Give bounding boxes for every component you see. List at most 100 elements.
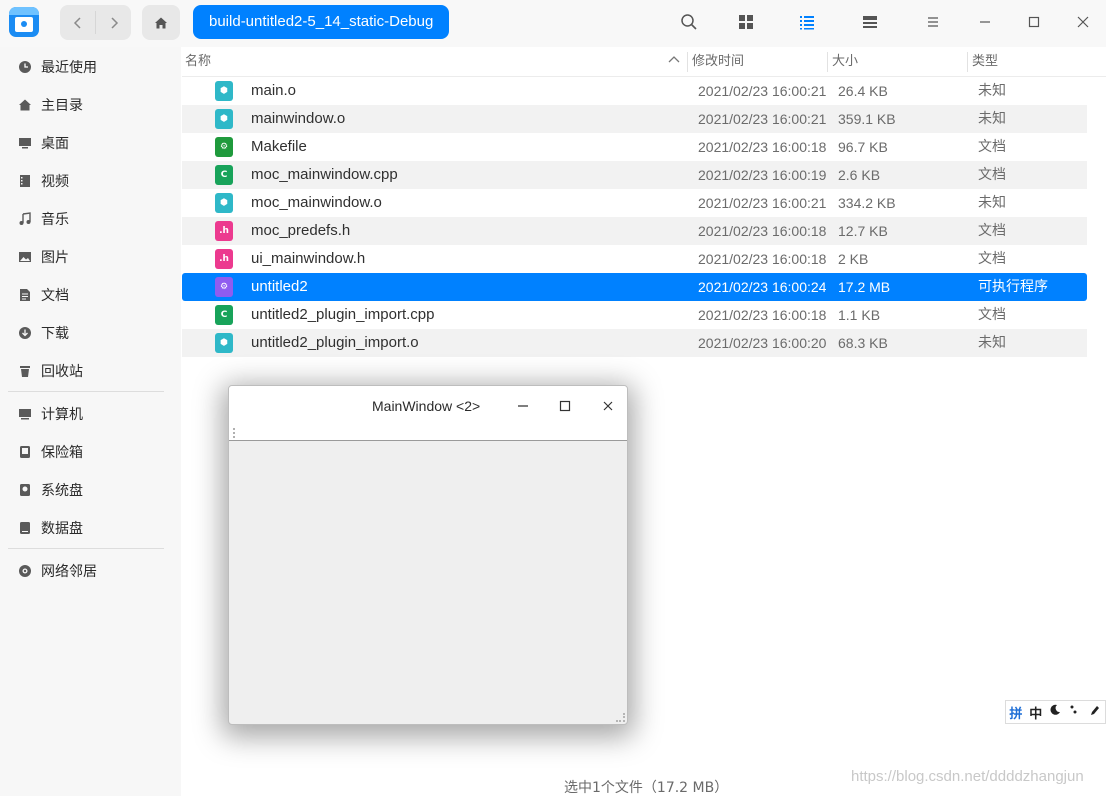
file-name: main.o	[251, 82, 297, 99]
data-disk-icon	[17, 520, 33, 536]
sidebar-item-label: 网络邻居	[41, 564, 97, 580]
column-divider[interactable]	[827, 52, 828, 72]
detail-view-icon	[863, 16, 877, 28]
file-type: 未知	[978, 335, 1006, 351]
file-row[interactable]: .h ui_mainwindow.h 2021/02/23 16:00:18 2…	[182, 245, 1087, 273]
sidebar-item-downloads[interactable]: 下载	[8, 316, 164, 350]
file-size: 359.1 KB	[838, 111, 896, 127]
sidebar-item-system-disk[interactable]: 系统盘	[8, 473, 164, 507]
file-modified: 2021/02/23 16:00:24	[698, 279, 827, 295]
clock-icon	[17, 59, 33, 75]
back-button[interactable]	[60, 5, 95, 40]
sort-ascending-icon[interactable]	[667, 53, 681, 67]
sidebar-item-label: 音乐	[41, 212, 69, 228]
ime-chinese-toggle[interactable]: 中	[1026, 703, 1046, 722]
home-button[interactable]	[142, 5, 180, 40]
resize-grip[interactable]	[616, 713, 625, 722]
ime-pinyin-toggle[interactable]: 拼	[1006, 703, 1026, 722]
minimize-button[interactable]	[973, 10, 997, 34]
chevron-right-icon	[110, 16, 118, 29]
watermark: https://blog.csdn.net/ddddzhangjun	[851, 768, 1084, 785]
icon-view-button[interactable]	[734, 10, 758, 34]
search-button[interactable]	[677, 10, 701, 34]
main-menu-button[interactable]	[921, 10, 945, 34]
qt-maximize-button[interactable]	[555, 396, 575, 416]
file-modified: 2021/02/23 16:00:21	[698, 83, 827, 99]
sidebar-divider	[8, 548, 164, 549]
sidebar-item-recent[interactable]: 最近使用	[8, 50, 164, 84]
column-divider[interactable]	[967, 52, 968, 72]
maximize-button[interactable]	[1022, 10, 1046, 34]
file-row[interactable]: C untitled2_plugin_import.cpp 2021/02/23…	[182, 301, 1087, 329]
file-row[interactable]: ⬢ mainwindow.o 2021/02/23 16:00:21 359.1…	[182, 105, 1087, 133]
file-list: ⬢ main.o 2021/02/23 16:00:21 26.4 KB 未知 …	[182, 77, 1087, 357]
breadcrumb-current-folder[interactable]: build-untitled2-5_14_static-Debug	[193, 5, 450, 39]
sidebar-item-label: 系统盘	[41, 483, 83, 499]
file-name: untitled2_plugin_import.o	[251, 334, 419, 351]
object-file-icon: ⬢	[215, 333, 233, 353]
sidebar-item-label: 主目录	[41, 98, 83, 114]
file-row-selected[interactable]: ⚙ untitled2 2021/02/23 16:00:24 17.2 MB …	[182, 273, 1087, 301]
file-row[interactable]: ⚙ Makefile 2021/02/23 16:00:18 96.7 KB 文…	[182, 133, 1087, 161]
header-file-icon: .h	[215, 249, 233, 269]
qt-window-title: MainWindow <2>	[372, 398, 481, 414]
file-size: 12.7 KB	[838, 223, 888, 239]
sidebar-item-videos[interactable]: 视频	[8, 164, 164, 198]
sidebar-item-vault[interactable]: 保险箱	[8, 435, 164, 469]
network-icon	[17, 563, 33, 579]
history-nav	[60, 5, 131, 40]
column-divider[interactable]	[687, 52, 688, 72]
search-icon	[681, 14, 697, 30]
punctuation-icon[interactable]	[1065, 704, 1085, 720]
file-name: moc_mainwindow.cpp	[251, 166, 398, 183]
file-size: 17.2 MB	[838, 279, 891, 295]
sidebar-item-label: 最近使用	[41, 60, 97, 76]
sidebar-item-data-disk[interactable]: 数据盘	[8, 511, 164, 545]
file-type: 未知	[978, 83, 1006, 99]
object-file-icon: ⬢	[215, 81, 233, 101]
moon-icon[interactable]	[1046, 704, 1066, 720]
file-row[interactable]: C moc_mainwindow.cpp 2021/02/23 16:00:19…	[182, 161, 1087, 189]
file-type: 文档	[978, 139, 1006, 155]
sidebar-item-computer[interactable]: 计算机	[8, 397, 164, 431]
column-header-type[interactable]: 类型	[972, 50, 998, 74]
file-name: Makefile	[251, 138, 307, 155]
close-button[interactable]	[1071, 10, 1095, 34]
file-size: 96.7 KB	[838, 139, 888, 155]
pen-icon[interactable]	[1085, 704, 1105, 720]
qt-window-titlebar[interactable]: MainWindow <2>	[229, 386, 627, 426]
sidebar-item-trash[interactable]: 回收站	[8, 354, 164, 388]
file-row[interactable]: ⬢ moc_mainwindow.o 2021/02/23 16:00:21 3…	[182, 189, 1087, 217]
sidebar-item-network[interactable]: 网络邻居	[8, 554, 164, 588]
file-row[interactable]: ⬢ main.o 2021/02/23 16:00:21 26.4 KB 未知	[182, 77, 1087, 105]
object-file-icon: ⬢	[215, 193, 233, 213]
file-type: 文档	[978, 251, 1006, 267]
sidebar-item-documents[interactable]: 文档	[8, 278, 164, 312]
sidebar-item-label: 计算机	[41, 407, 83, 423]
sidebar-item-label: 回收站	[41, 364, 83, 380]
minimize-icon	[980, 21, 990, 23]
sidebar-item-desktop[interactable]: 桌面	[8, 126, 164, 160]
column-header-name[interactable]: 名称	[185, 50, 211, 74]
qt-minimize-button[interactable]	[513, 396, 533, 416]
file-size: 2 KB	[838, 251, 869, 267]
sidebar-item-pictures[interactable]: 图片	[8, 240, 164, 274]
file-name: untitled2	[251, 278, 308, 295]
vault-icon	[17, 444, 33, 460]
file-row[interactable]: .h moc_predefs.h 2021/02/23 16:00:18 12.…	[182, 217, 1087, 245]
sidebar-item-home[interactable]: 主目录	[8, 88, 164, 122]
home-icon	[155, 17, 167, 28]
file-row[interactable]: ⬢ untitled2_plugin_import.o 2021/02/23 1…	[182, 329, 1087, 357]
detail-view-button[interactable]	[858, 10, 882, 34]
toolbar-grip-handle[interactable]	[233, 428, 237, 438]
qt-main-window[interactable]: MainWindow <2>	[228, 385, 628, 725]
file-type: 未知	[978, 111, 1006, 127]
forward-button[interactable]	[96, 5, 131, 40]
column-header-modified[interactable]: 修改时间	[692, 50, 744, 74]
qt-close-button[interactable]	[598, 396, 618, 416]
sidebar-item-label: 图片	[41, 250, 69, 266]
sidebar-item-music[interactable]: 音乐	[8, 202, 164, 236]
list-view-button[interactable]	[795, 10, 819, 34]
column-header-size[interactable]: 大小	[832, 50, 858, 74]
file-name: moc_mainwindow.o	[251, 194, 382, 211]
